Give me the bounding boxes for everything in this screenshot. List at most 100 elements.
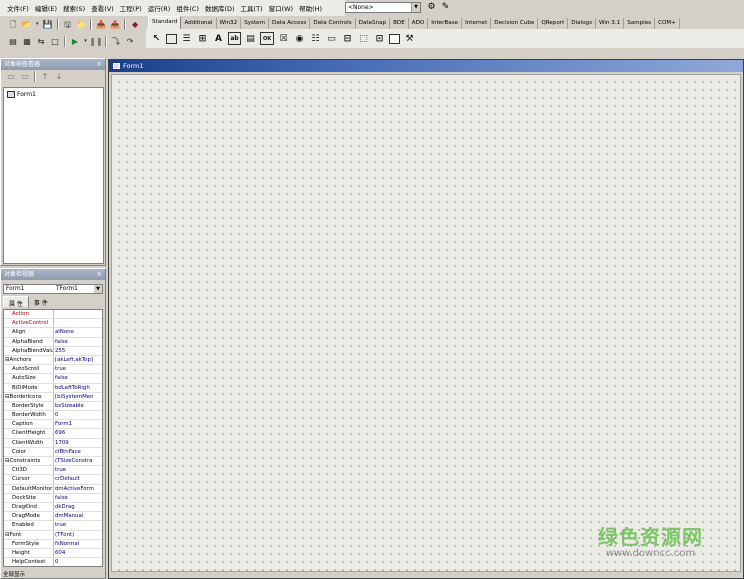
property-value[interactable]: dmManual xyxy=(54,512,102,520)
palette-tab-datasnap[interactable]: DataSnap xyxy=(356,18,391,29)
save-all-icon[interactable]: 🖫 xyxy=(62,19,74,31)
menu-item-2[interactable]: 搜索(S) xyxy=(60,3,88,13)
combobox-icon[interactable]: ▭ xyxy=(325,32,338,45)
property-value[interactable]: true xyxy=(54,466,102,474)
save-icon[interactable]: 💾 xyxy=(42,19,54,31)
tab-properties[interactable]: 属 性 xyxy=(3,296,29,308)
palette-tab-ado[interactable]: ADO xyxy=(409,18,429,29)
property-value[interactable]: 604 xyxy=(54,549,102,557)
property-row[interactable]: AutoSize false xyxy=(4,374,102,384)
palette-tab-bde[interactable]: BDE xyxy=(390,18,409,29)
property-value[interactable]: crDefault xyxy=(54,475,102,483)
property-row[interactable]: ⊟Font (TFont) xyxy=(4,530,102,540)
menu-item-6[interactable]: 组件(C) xyxy=(173,3,202,13)
property-value[interactable] xyxy=(54,310,102,318)
view-unit-icon[interactable]: ▤ xyxy=(7,36,19,48)
property-row[interactable]: ActiveControl xyxy=(4,319,102,329)
property-value[interactable]: fsNormal xyxy=(54,540,102,548)
property-value[interactable]: 1709 xyxy=(54,439,102,447)
radiogroup-icon[interactable]: ⊡ xyxy=(373,32,386,45)
property-row[interactable]: ClientHeight 696 xyxy=(4,429,102,439)
property-value[interactable]: alNone xyxy=(54,328,102,336)
property-value[interactable]: bdLeftToRigh xyxy=(54,384,102,392)
property-row[interactable]: Action xyxy=(4,310,102,320)
menu-item-8[interactable]: 工具(T) xyxy=(238,3,266,13)
pointer-icon[interactable]: ↖ xyxy=(150,32,163,45)
property-row[interactable]: DefaultMonitor dmActiveForm xyxy=(4,484,102,494)
chevron-down-icon[interactable]: ▼ xyxy=(411,3,420,12)
property-value[interactable]: 255 xyxy=(54,347,102,355)
property-value[interactable]: dkDrag xyxy=(54,503,102,511)
palette-tab-additional[interactable]: Additional xyxy=(181,18,217,29)
property-value[interactable]: [biSystemMen xyxy=(54,393,102,401)
palette-tab-internet[interactable]: Internet xyxy=(462,18,492,29)
property-row[interactable]: AutoScroll true xyxy=(4,365,102,375)
form-design-surface[interactable] xyxy=(111,74,741,572)
toggle-form-unit-icon[interactable]: ⇆ xyxy=(35,36,47,48)
chevron-down-icon[interactable]: ▼ xyxy=(94,285,102,293)
property-value[interactable]: 0 xyxy=(54,411,102,419)
menu-item-3[interactable]: 查看(V) xyxy=(88,3,117,13)
radio-icon[interactable]: ◉ xyxy=(293,32,306,45)
help-contents-icon[interactable]: ◆ xyxy=(129,19,141,31)
property-row[interactable]: ⊟Constraints (TSizeConstra xyxy=(4,457,102,467)
property-row[interactable]: Height 604 xyxy=(4,548,102,559)
open-project-icon[interactable]: 📁 xyxy=(75,19,87,31)
property-row[interactable]: Color clBtnFace xyxy=(4,447,102,457)
property-value[interactable]: false xyxy=(54,494,102,502)
chevron-down-icon[interactable]: ▾ xyxy=(35,19,40,31)
palette-tab-data-access[interactable]: Data Access xyxy=(269,18,311,29)
add-to-project-icon[interactable]: 📥 xyxy=(95,19,107,31)
palette-tab-dialogs[interactable]: Dialogs xyxy=(568,18,597,29)
listbox-icon[interactable]: ☷ xyxy=(309,32,322,45)
property-value[interactable]: bsSizeable xyxy=(54,402,102,410)
menu-item-10[interactable]: 帮助(H) xyxy=(296,3,325,13)
move-down-icon[interactable]: ↓ xyxy=(53,71,65,83)
trace-into-icon[interactable]: ⤵ xyxy=(110,36,122,48)
new-item-icon[interactable]: ▭ xyxy=(5,71,17,83)
popup-menu-icon[interactable]: ⊞ xyxy=(196,32,209,45)
property-row[interactable]: DockSite false xyxy=(4,493,102,503)
groupbox-icon[interactable]: ⬚ xyxy=(357,32,370,45)
object-selector[interactable]: Form1 TForm1 ▼ xyxy=(3,284,103,294)
menu-item-7[interactable]: 数据库(D) xyxy=(202,3,238,13)
property-value[interactable]: (TSizeConstra xyxy=(54,457,102,465)
property-value[interactable]: false xyxy=(54,338,102,346)
palette-tab-win-3-1[interactable]: Win 3.1 xyxy=(596,18,625,29)
property-row[interactable]: FormStyle fsNormal xyxy=(4,539,102,549)
property-row[interactable]: ClientWidth 1709 xyxy=(4,438,102,448)
property-row[interactable]: HelpContext 0 xyxy=(4,558,102,566)
palette-tab-com-[interactable]: COM+ xyxy=(655,18,680,29)
view-form-icon[interactable]: ▦ xyxy=(21,36,33,48)
palette-tab-decision-cube[interactable]: Decision Cube xyxy=(491,18,539,29)
step-over-icon[interactable]: ↷ xyxy=(124,36,136,48)
form-caption-bar[interactable]: Form1 xyxy=(109,60,743,72)
property-row[interactable]: BiDiMode bdLeftToRigh xyxy=(4,383,102,393)
delete-item-icon[interactable]: ▭ xyxy=(19,71,31,83)
property-row[interactable]: BorderWidth 0 xyxy=(4,411,102,421)
main-menu-icon[interactable]: ☰ xyxy=(180,32,193,45)
property-value[interactable]: (TFont) xyxy=(54,531,102,539)
property-value[interactable]: Form1 xyxy=(54,420,102,428)
property-row[interactable]: DragKind dkDrag xyxy=(4,502,102,513)
tree-item-form1[interactable]: Form1 xyxy=(7,91,36,98)
property-row[interactable]: Align alNone xyxy=(4,328,102,338)
actionlist-icon[interactable]: ⚒ xyxy=(403,32,416,45)
tab-events[interactable]: 事 件 xyxy=(29,296,53,308)
panel-icon[interactable] xyxy=(389,33,400,44)
save-desktop-icon[interactable]: ⚙ xyxy=(426,2,437,13)
property-value[interactable]: 0 xyxy=(54,558,102,566)
property-row[interactable]: Ctl3D true xyxy=(4,466,102,476)
property-value[interactable]: false xyxy=(54,374,102,382)
property-row[interactable]: ⊟Anchors [akLeft,akTop] xyxy=(4,355,102,366)
new-form-icon[interactable]: □ xyxy=(49,36,61,48)
menu-item-9[interactable]: 窗口(W) xyxy=(266,3,297,13)
palette-tab-samples[interactable]: Samples xyxy=(624,18,656,29)
palette-tab-system[interactable]: System xyxy=(241,18,270,29)
memo-icon[interactable]: ▤ xyxy=(244,32,257,45)
property-value[interactable]: dmActiveForm xyxy=(54,485,102,493)
palette-tab-standard[interactable]: Standard xyxy=(148,16,182,29)
set-debug-desktop-icon[interactable]: ✎ xyxy=(440,2,451,13)
menu-item-0[interactable]: 文件(F) xyxy=(4,3,32,13)
edit-icon[interactable]: ab xyxy=(228,32,241,45)
